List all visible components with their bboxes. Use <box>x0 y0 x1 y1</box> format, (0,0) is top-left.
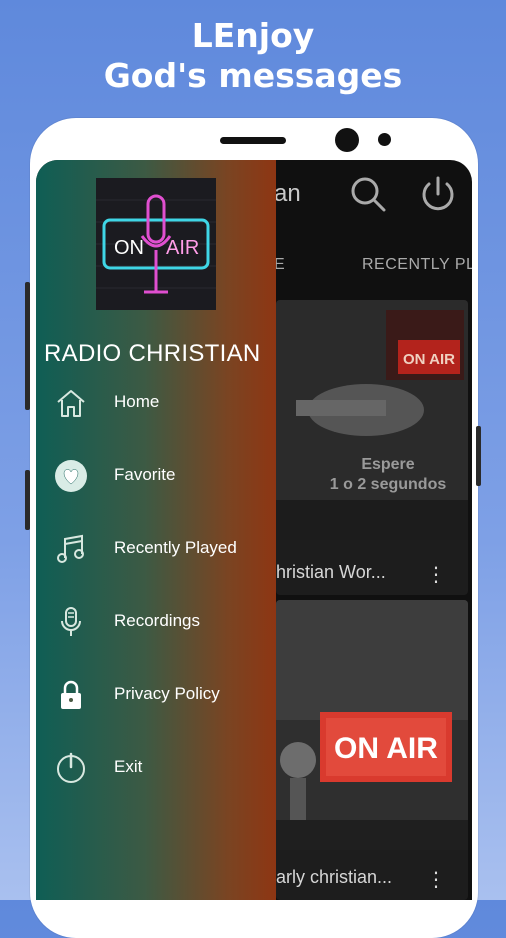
menu-label-privacy-policy: Privacy Policy <box>114 684 220 703</box>
power-icon[interactable] <box>420 174 456 219</box>
app-screen: an E RECENTLY PL ON AIR Espere 1 o 2 seg… <box>36 160 472 900</box>
app-title: an <box>274 180 301 207</box>
menu-item-home[interactable]: Home <box>36 372 276 432</box>
phone-side-button-left <box>25 282 30 410</box>
overlay-line-2: 1 o 2 segundos <box>329 476 447 493</box>
logo-text-air: AIR <box>166 237 199 259</box>
logo-text-on: ON <box>114 237 144 259</box>
microphone-icon <box>54 605 88 639</box>
station-card-2[interactable]: ON AIR arly christian... ⋮ <box>276 600 468 900</box>
phone-speaker <box>220 137 286 144</box>
card-title: hristian Wor... <box>276 562 386 582</box>
menu-label-favorite: Favorite <box>114 465 176 484</box>
phone-sensor <box>378 133 391 146</box>
svg-text:ON AIR: ON AIR <box>403 351 455 368</box>
card-title: arly christian... <box>276 867 393 887</box>
overlay-line-1: Espere <box>361 456 415 473</box>
menu-label-recently-played: Recently Played <box>114 538 237 557</box>
more-options-icon[interactable]: ⋮ <box>426 565 446 585</box>
menu-item-recordings[interactable]: Recordings <box>36 591 276 651</box>
station-card-1[interactable]: ON AIR Espere 1 o 2 segundos hristian Wo… <box>276 300 468 595</box>
menu-item-exit[interactable]: Exit <box>36 737 276 797</box>
menu-item-privacy-policy[interactable]: Privacy Policy <box>36 664 276 724</box>
card-image-onair-sign <box>276 600 468 850</box>
navigation-drawer: ON AIR RADIO CHRISTIAN Home Favorite Rec… <box>36 160 276 900</box>
card-image-studio: ON AIR <box>276 300 468 540</box>
power-icon <box>54 751 88 785</box>
search-icon[interactable] <box>348 174 388 219</box>
on-air-sign-text: ON AIR <box>334 732 438 765</box>
more-options-icon[interactable]: ⋮ <box>426 870 446 890</box>
menu-label-exit: Exit <box>114 757 143 776</box>
home-icon <box>54 386 88 420</box>
drawer-title: RADIO CHRISTIAN <box>44 340 261 367</box>
music-note-icon <box>54 532 88 566</box>
promo-line-1: LEnjoy <box>191 16 315 55</box>
promo-line-2: God's messages <box>103 56 403 95</box>
phone-camera <box>335 128 359 152</box>
lock-icon <box>54 678 88 712</box>
promo-header: LEnjoy God's messages <box>0 16 506 96</box>
menu-label-recordings: Recordings <box>114 611 200 630</box>
phone-side-button-right <box>476 426 481 486</box>
tab-recently-played[interactable]: RECENTLY PL <box>362 256 472 274</box>
card-overlay-text: Espere 1 o 2 segundos <box>328 455 448 495</box>
menu-label-home: Home <box>114 392 160 411</box>
app-logo: ON AIR <box>96 178 216 310</box>
heart-icon <box>54 459 88 493</box>
menu-item-favorite[interactable]: Favorite <box>36 445 276 505</box>
phone-side-button-left-2 <box>25 470 30 530</box>
menu-item-recently-played[interactable]: Recently Played <box>36 518 276 578</box>
